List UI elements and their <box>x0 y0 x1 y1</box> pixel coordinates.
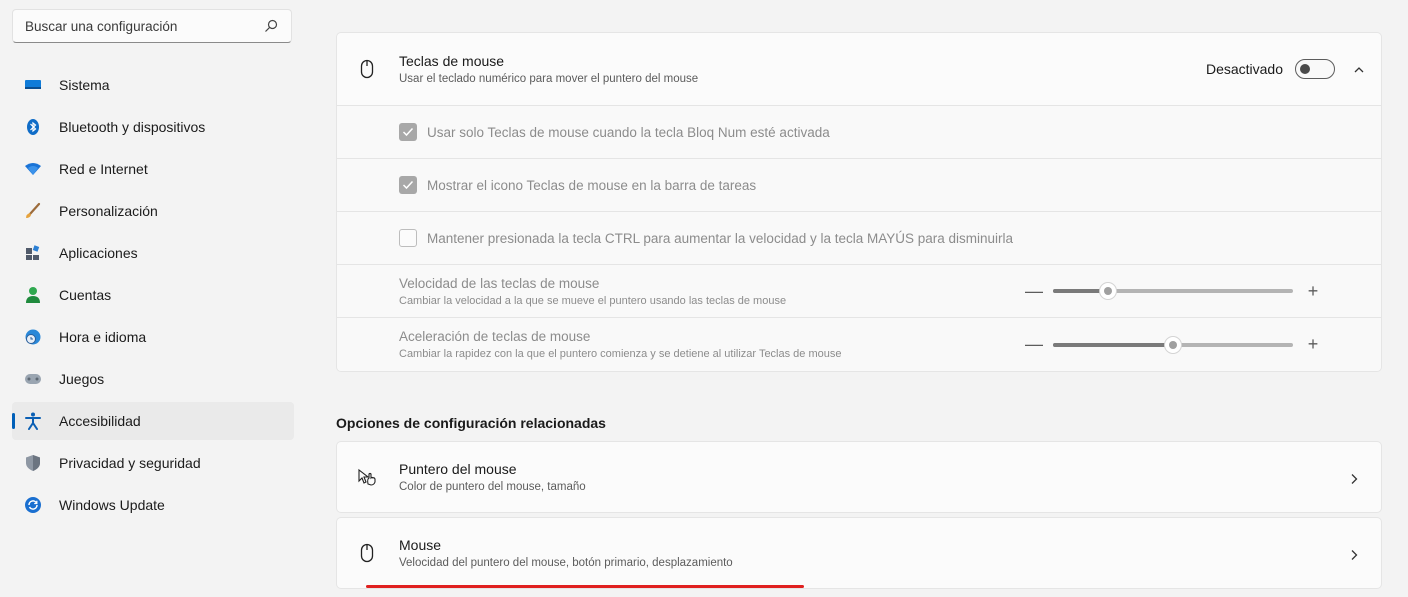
sidebar-item-label: Personalización <box>59 203 158 219</box>
sidebar-item-label: Privacidad y seguridad <box>59 455 201 471</box>
mouse-keys-header[interactable]: Teclas de mouse Usar el teclado numérico… <box>337 33 1381 106</box>
toggle-knob <box>1300 64 1310 74</box>
checkbox-ctrl-shift[interactable] <box>399 229 417 247</box>
acceleration-row: Aceleración de teclas de mouse Cambiar l… <box>337 318 1381 371</box>
slider-thumb[interactable] <box>1164 335 1182 354</box>
speed-slider[interactable]: — + <box>1025 281 1321 302</box>
speed-title: Velocidad de las teclas de mouse <box>399 275 600 291</box>
brush-icon <box>24 202 42 220</box>
mouse-pointer-link[interactable]: Puntero del mouse Color de puntero del m… <box>336 441 1382 513</box>
slider-track[interactable] <box>1053 282 1293 300</box>
sidebar-item-label: Juegos <box>59 371 105 387</box>
slider-fill <box>1053 342 1173 347</box>
slider-thumb[interactable] <box>1099 282 1118 300</box>
option-label: Mantener presionada la tecla CTRL para a… <box>427 230 1014 246</box>
sidebar-item-label: Sistema <box>59 77 110 93</box>
plus-icon: + <box>1307 334 1319 354</box>
sidebar-item-label: Accesibilidad <box>59 413 141 429</box>
monitor-icon <box>24 76 42 94</box>
chevron-up-icon[interactable] <box>1353 63 1365 75</box>
mouse-keys-title: Teclas de mouse <box>399 53 505 69</box>
bluetooth-icon <box>24 118 42 136</box>
sidebar-nav: Sistema Bluetooth y dispositivos Red e I… <box>12 66 294 528</box>
sidebar-item-cuentas[interactable]: Cuentas <box>12 276 294 314</box>
sidebar-item-bluetooth[interactable]: Bluetooth y dispositivos <box>12 108 294 146</box>
speed-row: Velocidad de las teclas de mouse Cambiar… <box>337 265 1381 318</box>
mouse-pointer-subtitle: Color de puntero del mouse, tamaño <box>399 481 586 493</box>
gamepad-icon <box>24 370 42 388</box>
minus-icon: — <box>1025 280 1043 301</box>
option-row[interactable]: Mantener presionada la tecla CTRL para a… <box>337 212 1381 265</box>
speed-subtitle: Cambiar la velocidad a la que se mueve e… <box>399 294 787 307</box>
mouse-title: Mouse <box>399 537 442 553</box>
sidebar-item-label: Aplicaciones <box>59 245 138 261</box>
globe-clock-icon <box>24 328 42 346</box>
shield-icon <box>24 454 42 472</box>
sidebar-item-label: Hora e idioma <box>59 329 147 345</box>
acceleration-title: Aceleración de teclas de mouse <box>399 329 591 344</box>
checkbox-bloq-num[interactable] <box>399 123 417 141</box>
highlight-underline <box>366 585 804 588</box>
update-icon <box>24 496 42 514</box>
mouse-settings-link[interactable]: Mouse Velocidad del puntero del mouse, b… <box>336 517 1382 589</box>
sidebar-item-label: Cuentas <box>59 287 112 303</box>
acceleration-slider[interactable]: — + <box>1025 334 1321 355</box>
mouse-keys-subtitle: Usar el teclado numérico para mover el p… <box>399 73 699 85</box>
sidebar-item-label: Windows Update <box>59 497 165 513</box>
acceleration-subtitle: Cambiar la rapidez con la que el puntero… <box>399 348 842 360</box>
toggle-state-label: Desactivado <box>1205 61 1283 77</box>
chevron-right-icon <box>1349 548 1359 560</box>
pointer-hand-icon <box>357 467 377 487</box>
person-icon <box>24 286 42 304</box>
apps-icon <box>24 244 42 262</box>
option-label: Usar solo Teclas de mouse cuando la tecl… <box>427 124 830 140</box>
sidebar-item-personalizacion[interactable]: Personalización <box>12 192 294 230</box>
sidebar-item-hora[interactable]: Hora e idioma <box>12 318 294 356</box>
checkbox-taskbar-icon[interactable] <box>399 176 417 194</box>
sidebar-item-sistema[interactable]: Sistema <box>12 66 294 104</box>
sidebar-item-label: Red e Internet <box>59 161 148 177</box>
slider-track[interactable] <box>1053 335 1293 354</box>
mouse-keys-toggle[interactable] <box>1295 59 1335 79</box>
sidebar-item-label: Bluetooth y dispositivos <box>59 119 206 135</box>
sidebar-item-aplicaciones[interactable]: Aplicaciones <box>12 234 294 272</box>
mouse-subtitle: Velocidad del puntero del mouse, botón p… <box>399 557 733 569</box>
search-box[interactable]: Buscar una configuración <box>12 9 292 43</box>
related-settings-heading: Opciones de configuración relacionadas <box>336 415 606 431</box>
option-row[interactable]: Mostrar el icono Teclas de mouse en la b… <box>337 159 1381 212</box>
sidebar-item-privacidad[interactable]: Privacidad y seguridad <box>12 444 294 482</box>
sidebar-item-windows-update[interactable]: Windows Update <box>12 486 294 524</box>
option-row[interactable]: Usar solo Teclas de mouse cuando la tecl… <box>337 106 1381 159</box>
mouse-icon <box>357 59 377 79</box>
mouse-keys-expander: Teclas de mouse Usar el teclado numérico… <box>336 32 1382 372</box>
sidebar-item-red[interactable]: Red e Internet <box>12 150 294 188</box>
option-label: Mostrar el icono Teclas de mouse en la b… <box>427 177 757 193</box>
sidebar-item-accesibilidad[interactable]: Accesibilidad <box>12 402 294 440</box>
search-icon[interactable] <box>263 18 279 34</box>
search-input[interactable]: Buscar una configuración <box>25 19 263 34</box>
sidebar-item-juegos[interactable]: Juegos <box>12 360 294 398</box>
mouse-pointer-title: Puntero del mouse <box>399 461 517 477</box>
mouse-icon <box>357 543 377 563</box>
plus-icon: + <box>1307 280 1319 301</box>
accessibility-icon <box>24 412 42 430</box>
minus-icon: — <box>1025 334 1043 354</box>
wifi-icon <box>24 160 42 178</box>
chevron-right-icon <box>1349 472 1359 484</box>
